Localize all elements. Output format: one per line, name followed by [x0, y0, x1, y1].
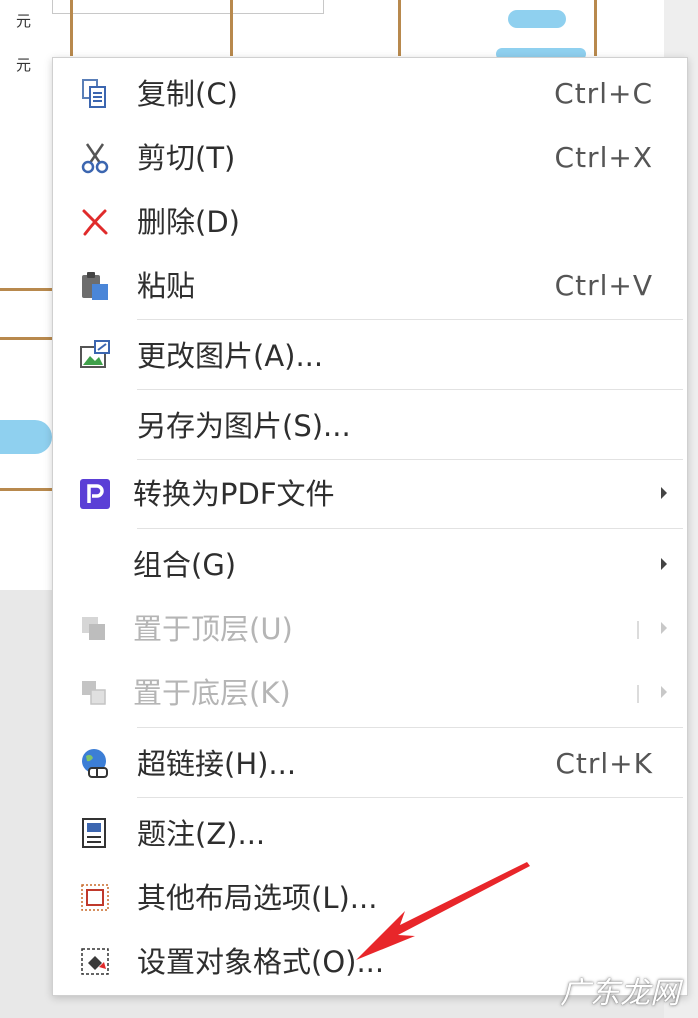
table-border	[70, 0, 73, 56]
shortcut-label: Ctrl+X	[554, 141, 653, 174]
currency-text: 元	[16, 12, 32, 30]
menu-item-bring-to-front: 置于顶层(U)	[53, 599, 687, 659]
table-border	[0, 337, 52, 340]
submenu-arrow-icon	[661, 622, 667, 634]
menu-separator	[137, 797, 683, 798]
menu-item-label: 删除(D)	[137, 205, 240, 239]
menu-item-label: 置于顶层(U)	[133, 612, 293, 646]
menu-item-group[interactable]: 组合(G)	[53, 535, 687, 595]
menu-item-label: 题注(Z)...	[137, 817, 266, 851]
highlight-mark	[508, 10, 566, 28]
menu-item-label: 设置对象格式(O)...	[137, 945, 385, 979]
table-border	[594, 0, 597, 56]
send-to-back-icon	[79, 676, 111, 710]
text-box	[52, 0, 324, 14]
menu-item-label: 转换为PDF文件	[133, 477, 335, 511]
scissors-icon	[79, 141, 111, 175]
menu-item-label: 超链接(H)...	[137, 747, 297, 781]
hyperlink-icon	[79, 747, 111, 781]
menu-item-label: 粘贴	[137, 269, 196, 303]
copy-icon	[79, 77, 111, 111]
submenu-arrow-icon	[661, 686, 667, 698]
split-separator	[637, 685, 639, 703]
menu-item-delete[interactable]: 删除(D)	[53, 192, 687, 252]
split-separator	[637, 621, 639, 639]
menu-item-label: 剪切(T)	[137, 141, 236, 175]
context-menu: 复制(C) Ctrl+C 剪切(T) Ctrl+X 删除(D) 粘贴 Ctrl+…	[52, 57, 688, 996]
format-object-icon	[79, 945, 111, 979]
pdf-icon	[79, 477, 111, 511]
highlight-mark	[0, 420, 52, 454]
menu-separator	[137, 528, 683, 529]
table-border	[0, 488, 52, 491]
submenu-arrow-icon	[661, 487, 667, 499]
menu-separator	[137, 389, 683, 390]
menu-item-label: 复制(C)	[137, 77, 238, 111]
menu-item-copy[interactable]: 复制(C) Ctrl+C	[53, 64, 687, 124]
submenu-arrow-icon	[661, 558, 667, 570]
menu-item-hyperlink[interactable]: 超链接(H)... Ctrl+K	[53, 734, 687, 794]
menu-item-convert-pdf[interactable]: 转换为PDF文件	[53, 464, 687, 524]
shortcut-label: Ctrl+C	[554, 77, 653, 110]
menu-item-send-to-back: 置于底层(K)	[53, 663, 687, 723]
table-border	[398, 0, 401, 56]
menu-item-label: 更改图片(A)...	[137, 339, 324, 373]
shortcut-label: Ctrl+V	[554, 269, 653, 302]
menu-separator	[137, 319, 683, 320]
menu-item-save-as-picture[interactable]: 另存为图片(S)...	[53, 396, 687, 456]
table-border	[230, 0, 233, 56]
menu-item-cut[interactable]: 剪切(T) Ctrl+X	[53, 128, 687, 188]
menu-separator	[137, 459, 683, 460]
change-picture-icon	[79, 339, 111, 373]
watermark-logo: 广东龙网	[560, 976, 680, 1011]
menu-item-label: 其他布局选项(L)...	[137, 881, 378, 915]
menu-item-change-picture[interactable]: 更改图片(A)...	[53, 326, 687, 386]
menu-item-label: 组合(G)	[133, 548, 237, 582]
menu-item-label: 置于底层(K)	[133, 676, 291, 710]
menu-item-layout-options[interactable]: 其他布局选项(L)...	[53, 868, 687, 928]
menu-item-paste[interactable]: 粘贴 Ctrl+V	[53, 256, 687, 316]
menu-separator	[137, 727, 683, 728]
delete-x-icon	[79, 205, 111, 239]
table-border	[0, 288, 52, 291]
caption-icon	[79, 817, 111, 851]
paste-icon	[79, 269, 111, 303]
menu-item-label: 另存为图片(S)...	[137, 409, 351, 443]
menu-item-caption[interactable]: 题注(Z)...	[53, 804, 687, 864]
bring-to-front-icon	[79, 612, 111, 646]
layout-options-icon	[79, 881, 111, 915]
currency-text: 元	[16, 56, 32, 74]
shortcut-label: Ctrl+K	[555, 747, 653, 780]
